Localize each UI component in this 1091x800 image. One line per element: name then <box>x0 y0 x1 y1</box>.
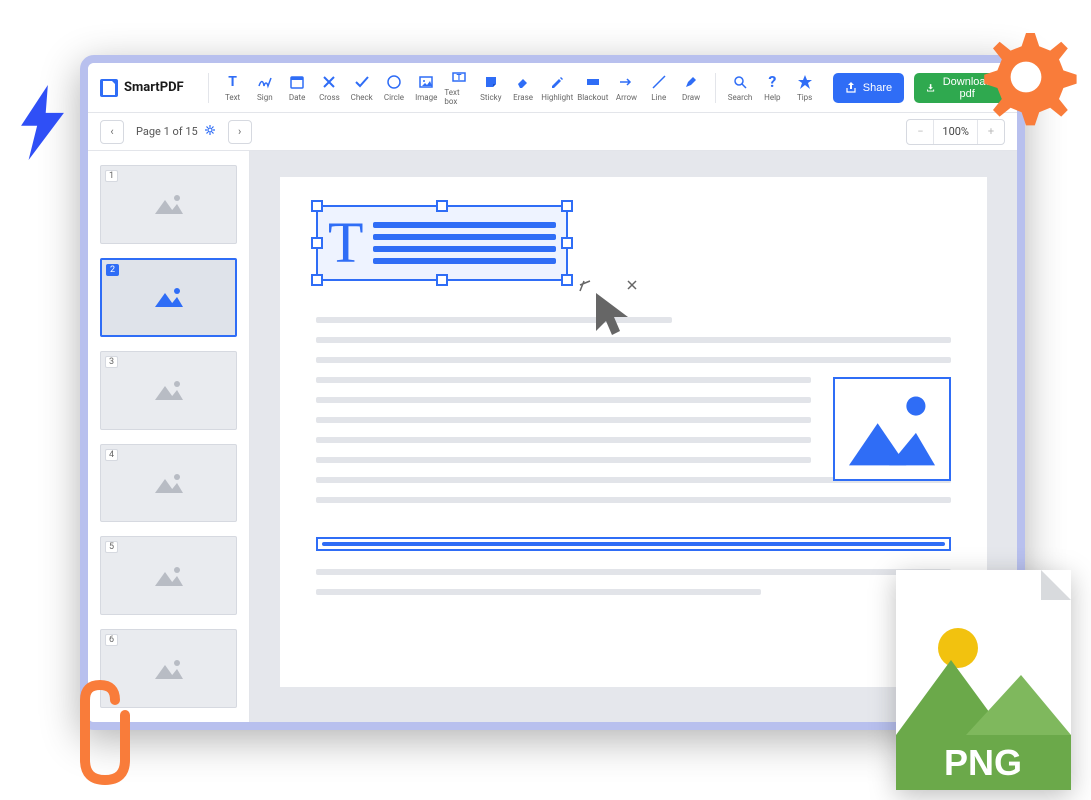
tool-check[interactable]: Check <box>348 70 376 106</box>
thumbnail-number: 6 <box>105 634 118 646</box>
tool-image[interactable]: Image <box>412 70 440 106</box>
thumbnail-number: 4 <box>105 449 118 461</box>
tool-tips[interactable]: Tips <box>790 70 818 106</box>
paperclip-icon <box>60 680 140 790</box>
tool-cross[interactable]: Cross <box>315 70 343 106</box>
resize-handle-tr[interactable] <box>561 200 573 212</box>
thumbnail-number: 3 <box>105 356 118 368</box>
resize-handle-tm[interactable] <box>436 200 448 212</box>
png-file-badge: PNG <box>896 570 1071 790</box>
tool-text[interactable]: TText <box>218 70 246 106</box>
tool-sticky[interactable]: Sticky <box>477 70 505 106</box>
tool-highlight[interactable]: Highlight <box>541 70 573 106</box>
image-icon <box>151 469 187 497</box>
image-icon <box>151 283 187 311</box>
thumbnail-3[interactable]: 3 <box>100 351 237 430</box>
app-logo: SmartPDF <box>100 79 184 97</box>
tool-blackout[interactable]: Blackout <box>577 70 608 106</box>
download-icon <box>926 82 935 94</box>
image-icon <box>151 655 187 683</box>
svg-text:T: T <box>456 73 461 82</box>
thumbnail-4[interactable]: 4 <box>100 444 237 523</box>
tool-draw[interactable]: Draw <box>677 70 705 106</box>
tool-textbox[interactable]: TText box <box>444 65 472 110</box>
resize-handle-bm[interactable] <box>436 274 448 286</box>
tool-date[interactable]: Date <box>283 70 311 106</box>
page-indicator: Page 1 of 15 <box>136 124 216 139</box>
tool-sign[interactable]: Sign <box>251 70 279 106</box>
thumbnail-number: 2 <box>106 264 119 276</box>
thumbnail-1[interactable]: 1 <box>100 165 237 244</box>
zoom-out-button[interactable]: − <box>907 120 933 144</box>
sub-toolbar: ‹ Page 1 of 15 › − 100% + <box>88 113 1017 151</box>
main-toolbar: SmartPDF TText Sign Date Cross Check Cir… <box>88 63 1017 113</box>
tool-search[interactable]: Search <box>726 70 754 106</box>
selected-line-element[interactable] <box>316 537 951 551</box>
resize-handle-mr[interactable] <box>561 237 573 249</box>
thumbnail-number: 5 <box>105 541 118 553</box>
thumbnail-2[interactable]: 2 <box>100 258 237 337</box>
image-icon <box>151 376 187 404</box>
text-tool-glyph: T <box>328 214 363 272</box>
page-settings-icon[interactable] <box>204 124 216 139</box>
app-name: SmartPDF <box>124 80 184 95</box>
png-label: PNG <box>944 742 1022 783</box>
tail-text-placeholder <box>316 569 951 609</box>
resize-handle-br[interactable] <box>561 274 573 286</box>
thumbnail-sidebar[interactable]: 1 2 3 4 5 6 <box>88 151 250 722</box>
tool-erase[interactable]: Erase <box>509 70 537 106</box>
resize-handle-tl[interactable] <box>311 200 323 212</box>
image-icon <box>151 190 187 218</box>
thumbnail-5[interactable]: 5 <box>100 536 237 615</box>
image-icon <box>151 562 187 590</box>
app-window: SmartPDF TText Sign Date Cross Check Cir… <box>80 55 1025 730</box>
image-placeholder-box[interactable] <box>833 377 951 481</box>
thumbnail-number: 1 <box>105 170 118 182</box>
document-page[interactable]: T <box>280 177 987 687</box>
lightning-icon <box>15 85 70 160</box>
tool-help[interactable]: ?Help <box>758 70 786 106</box>
resize-handle-ml[interactable] <box>311 237 323 249</box>
image-icon <box>841 385 943 473</box>
selected-textbox[interactable]: T <box>316 205 568 281</box>
share-button[interactable]: Share <box>833 73 904 103</box>
logo-icon <box>100 79 118 97</box>
cursor-icon <box>578 279 638 339</box>
tool-arrow[interactable]: Arrow <box>612 70 640 106</box>
gear-icon <box>971 22 1081 132</box>
resize-handle-bl[interactable] <box>311 274 323 286</box>
share-icon <box>845 82 857 94</box>
tool-line[interactable]: Line <box>645 70 673 106</box>
tool-circle[interactable]: Circle <box>380 70 408 106</box>
prev-page-button[interactable]: ‹ <box>100 120 124 144</box>
next-page-button[interactable]: › <box>228 120 252 144</box>
textbox-content-lines <box>373 222 556 264</box>
